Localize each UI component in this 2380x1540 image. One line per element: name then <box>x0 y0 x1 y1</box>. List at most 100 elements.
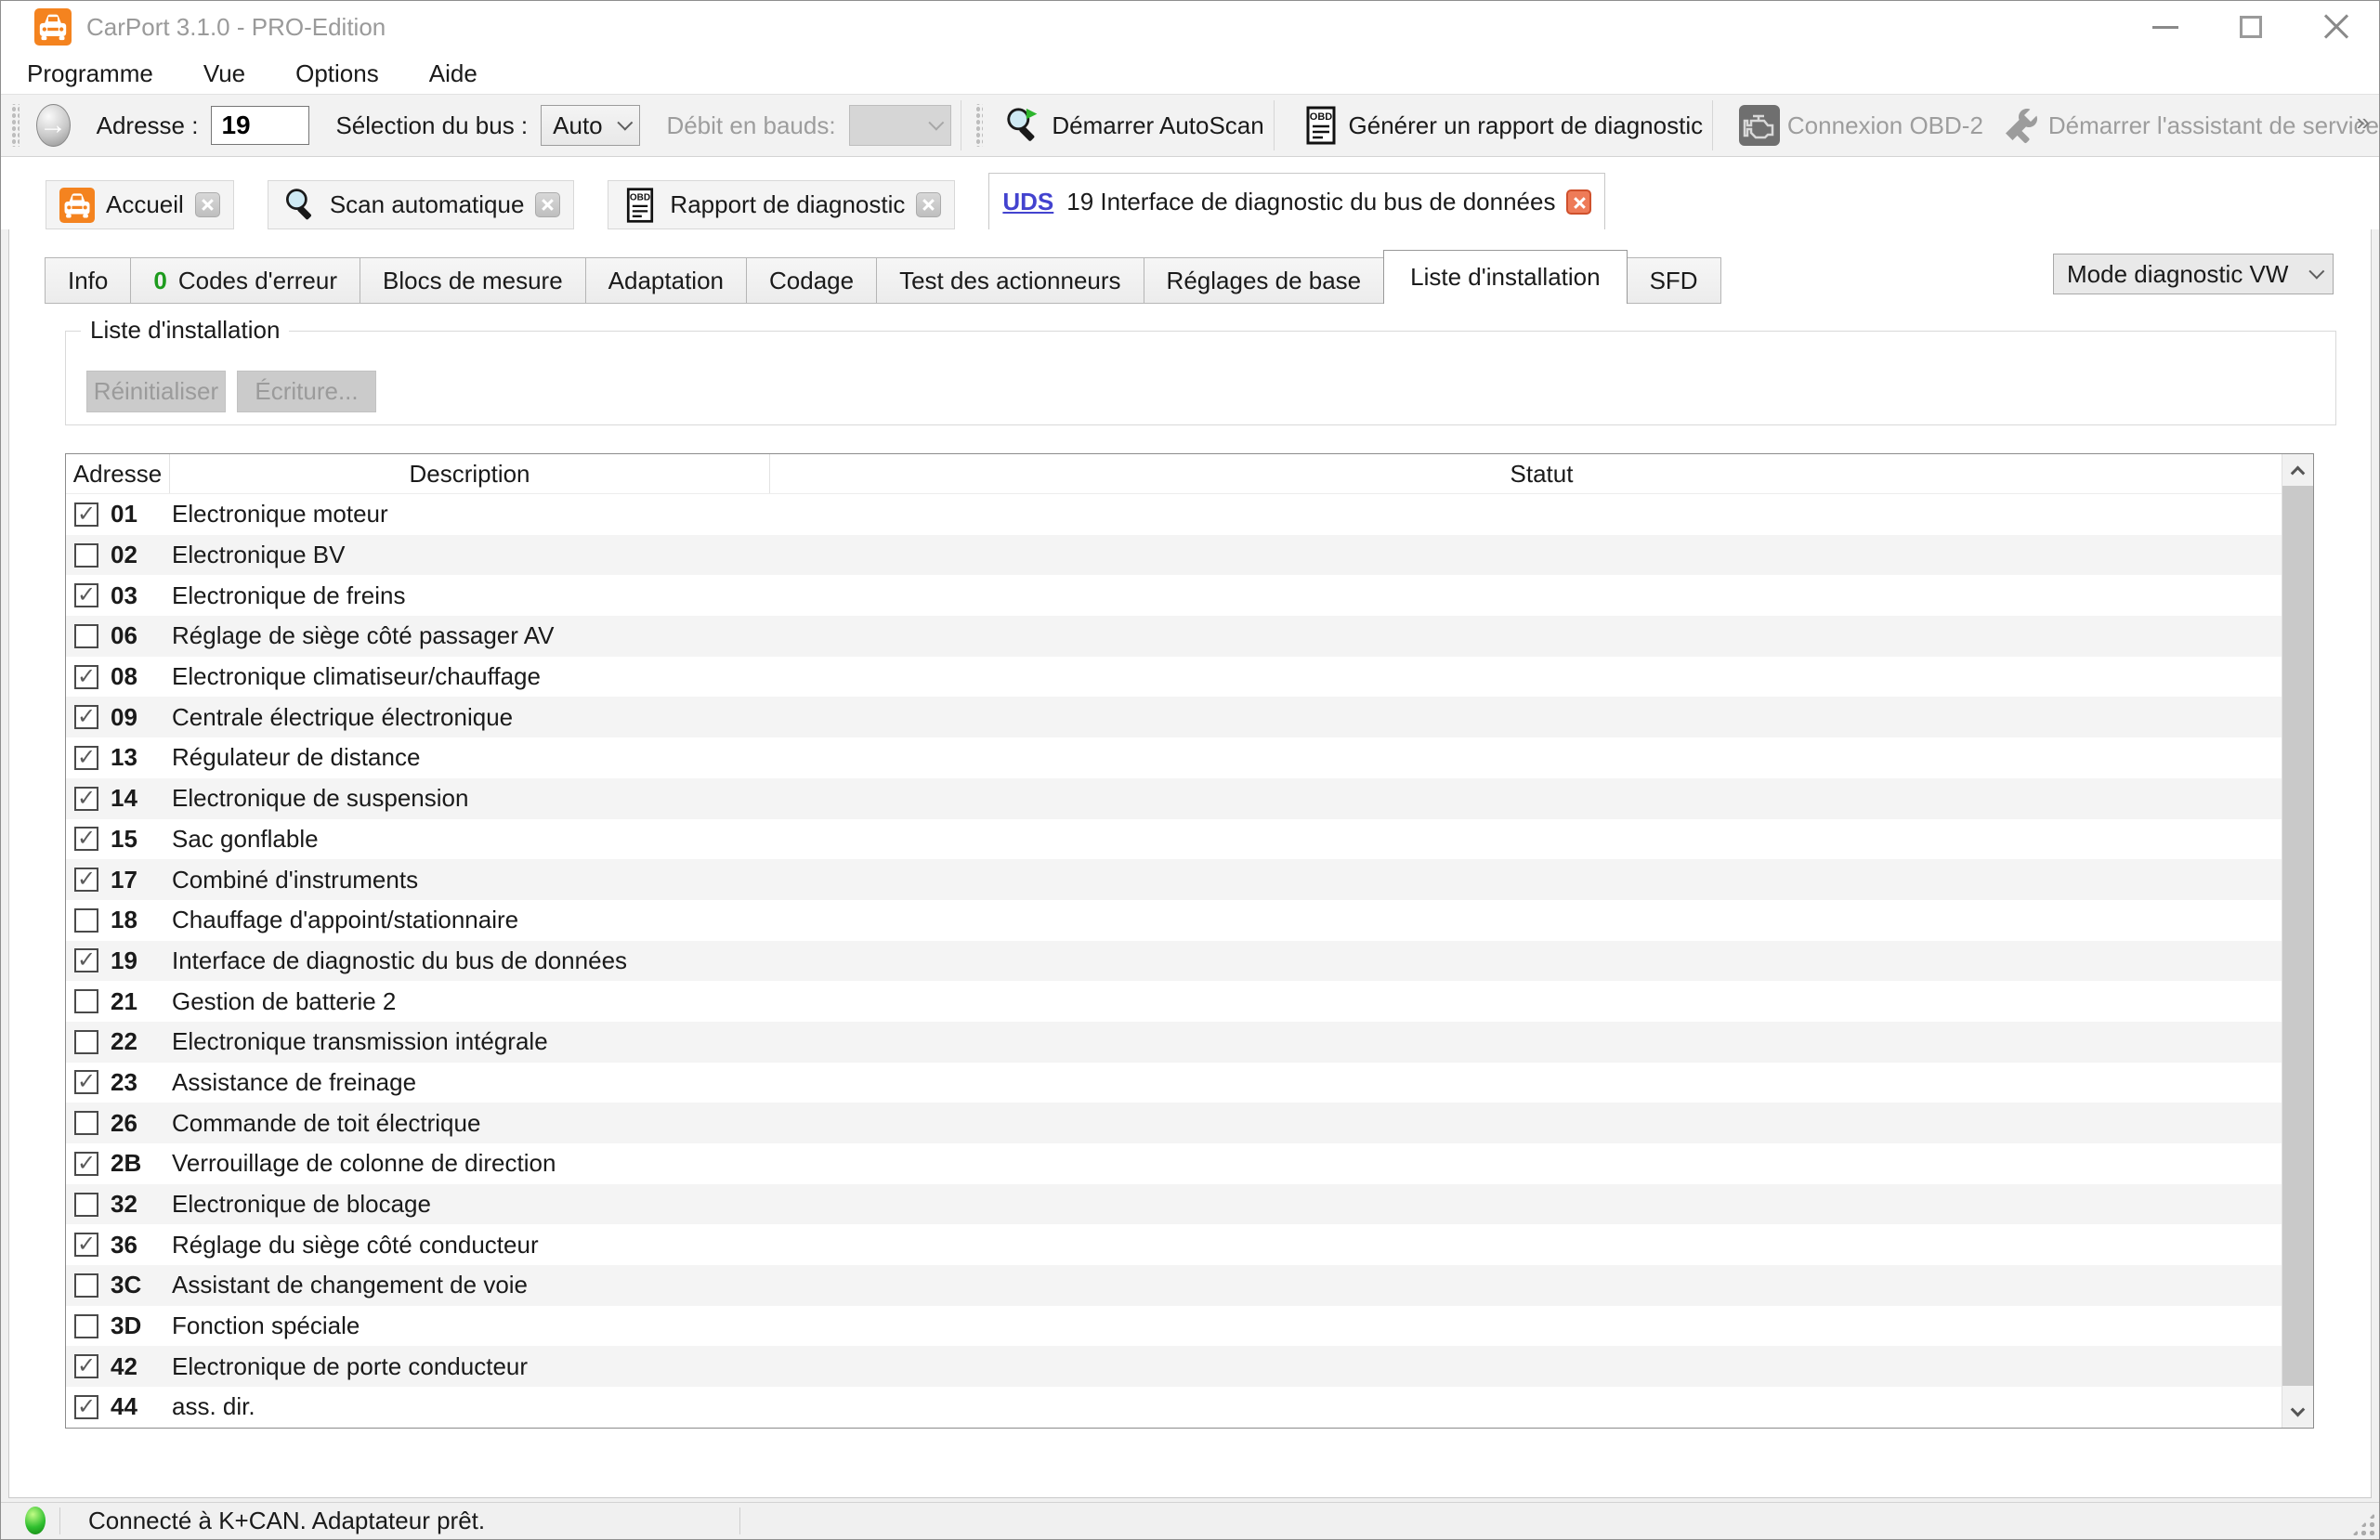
table-row: 03 Electronique de freins <box>66 575 2282 616</box>
tab-test-des-actionneurs[interactable]: Test des actionneurs <box>876 257 1144 304</box>
row-checkbox[interactable] <box>74 705 98 729</box>
row-checkbox[interactable] <box>74 1152 98 1176</box>
statusbar-separator <box>739 1507 740 1534</box>
address-cell: 32 <box>66 1190 170 1219</box>
row-description: Interface de diagnostic du bus de donnée… <box>170 946 770 975</box>
scroll-down-button[interactable] <box>2282 1396 2313 1428</box>
tab-info[interactable]: Info <box>45 257 131 304</box>
menu-programme[interactable]: Programme <box>14 59 166 88</box>
bus-select[interactable]: Auto <box>541 105 640 146</box>
tab-close-icon[interactable] <box>1566 189 1591 215</box>
row-checkbox[interactable] <box>74 502 98 527</box>
row-checkbox[interactable] <box>74 868 98 892</box>
row-address: 36 <box>111 1231 137 1259</box>
table-row: 18 Chauffage d'appoint/stationnaire <box>66 900 2282 941</box>
service-assistant-button[interactable]: Démarrer l'assistant de service <box>2000 105 2379 146</box>
row-description: Electronique de freins <box>170 581 770 610</box>
column-header-adresse[interactable]: Adresse <box>66 454 170 493</box>
row-checkbox[interactable] <box>74 948 98 972</box>
menu-vue[interactable]: Vue <box>190 59 258 88</box>
row-checkbox[interactable] <box>74 1233 98 1257</box>
title-bar: CarPort 3.1.0 - PRO-Edition <box>1 1 2379 53</box>
row-address: 08 <box>111 662 137 691</box>
row-checkbox[interactable] <box>74 1273 98 1298</box>
tab-liste-d-installation[interactable]: Liste d'installation <box>1383 250 1627 304</box>
obd2-connect-button[interactable]: Connexion OBD-2 <box>1739 105 1983 146</box>
tab-adaptation[interactable]: Adaptation <box>585 257 747 304</box>
address-cell: 3D <box>66 1312 170 1340</box>
tab-close-icon[interactable] <box>195 192 220 217</box>
row-checkbox[interactable] <box>74 746 98 770</box>
row-address: 32 <box>111 1190 137 1219</box>
address-cell: 06 <box>66 621 170 650</box>
row-checkbox[interactable] <box>74 787 98 811</box>
row-checkbox[interactable] <box>74 1395 98 1419</box>
maximize-button[interactable] <box>2208 1 2294 53</box>
table-row: 13 Régulateur de distance <box>66 737 2282 778</box>
scroll-up-button[interactable] <box>2282 454 2313 486</box>
row-address: 06 <box>111 621 137 650</box>
address-cell: 2B <box>66 1149 170 1178</box>
go-button[interactable]: → <box>36 104 71 147</box>
resize-grip[interactable] <box>2351 1512 2375 1536</box>
tab-close-icon[interactable] <box>535 192 560 217</box>
toolbar-grip[interactable] <box>10 104 20 147</box>
row-checkbox[interactable] <box>74 665 98 689</box>
tab-r-glages-de-base[interactable]: Réglages de base <box>1144 257 1385 304</box>
table-row: 21 Gestion de batterie 2 <box>66 981 2282 1022</box>
row-address: 13 <box>111 743 137 772</box>
table-row: 06 Réglage de siège côté passager AV <box>66 616 2282 657</box>
row-checkbox[interactable] <box>74 1354 98 1378</box>
tab-blocs-de-mesure[interactable]: Blocs de mesure <box>360 257 586 304</box>
obd2-connect-label: Connexion OBD-2 <box>1787 111 1983 140</box>
document-tab-1[interactable]: Accueil <box>46 180 234 229</box>
row-checkbox[interactable] <box>74 989 98 1013</box>
toolbar-grip[interactable] <box>974 104 984 147</box>
diagnostic-mode-select[interactable]: Mode diagnostic VW <box>2053 254 2334 294</box>
diagnostic-tab-strip: Info0Codes d'erreurBlocs de mesureAdapta… <box>45 250 1720 304</box>
row-checkbox[interactable] <box>74 583 98 607</box>
row-description: Electronique moteur <box>170 500 770 529</box>
write-button[interactable]: Écriture... <box>237 371 376 412</box>
row-checkbox[interactable] <box>74 827 98 851</box>
vertical-scrollbar[interactable] <box>2282 454 2313 1428</box>
groupbox-title: Liste d'installation <box>81 316 289 345</box>
document-tab-4[interactable]: UDS19 Interface de diagnostic du bus de … <box>988 173 1605 229</box>
column-header-statut[interactable]: Statut <box>770 454 2313 493</box>
table-row: 44 ass. dir. <box>66 1387 2282 1428</box>
document-tab-3[interactable]: OBDRapport de diagnostic <box>608 180 955 229</box>
autoscan-button[interactable]: Démarrer AutoScan <box>1003 105 1263 146</box>
baud-select[interactable] <box>849 105 951 146</box>
row-checkbox[interactable] <box>74 1111 98 1135</box>
row-checkbox[interactable] <box>74 1030 98 1054</box>
row-checkbox[interactable] <box>74 1314 98 1338</box>
row-checkbox[interactable] <box>74 908 98 933</box>
table-header: Adresse Description Statut <box>66 454 2313 494</box>
close-button[interactable] <box>2294 1 2379 53</box>
address-input[interactable] <box>211 106 309 145</box>
report-button[interactable]: OBD Générer un rapport de diagnostic <box>1301 105 1704 146</box>
row-address: 3D <box>111 1312 141 1340</box>
row-checkbox[interactable] <box>74 1193 98 1217</box>
toolbar-overflow-chevron[interactable]: » <box>2357 108 2370 137</box>
tab-codage[interactable]: Codage <box>746 257 877 304</box>
row-address: 44 <box>111 1392 137 1421</box>
scrollbar-thumb[interactable] <box>2282 486 2313 1386</box>
row-checkbox[interactable] <box>74 543 98 568</box>
menu-options[interactable]: Options <box>282 59 392 88</box>
row-checkbox[interactable] <box>74 624 98 648</box>
document-tab-strip: Accueil Scan automatique OBDRapport de dia… <box>1 157 2379 229</box>
row-checkbox[interactable] <box>74 1070 98 1094</box>
column-header-description[interactable]: Description <box>170 454 770 493</box>
tab-close-icon[interactable] <box>916 192 941 217</box>
document-tab-2[interactable]: Scan automatique <box>268 180 575 229</box>
minimize-button[interactable] <box>2123 1 2208 53</box>
tab-codes-d-erreur[interactable]: 0Codes d'erreur <box>130 257 360 304</box>
address-cell: 42 <box>66 1352 170 1381</box>
menu-aide[interactable]: Aide <box>416 59 490 88</box>
row-description: Réglage de siège côté passager AV <box>170 621 770 650</box>
obd-report-icon: OBD <box>621 187 659 224</box>
reset-button[interactable]: Réinitialiser <box>86 371 226 412</box>
tab-sfd[interactable]: SFD <box>1627 257 1721 304</box>
table-row: 01 Electronique moteur <box>66 494 2282 535</box>
